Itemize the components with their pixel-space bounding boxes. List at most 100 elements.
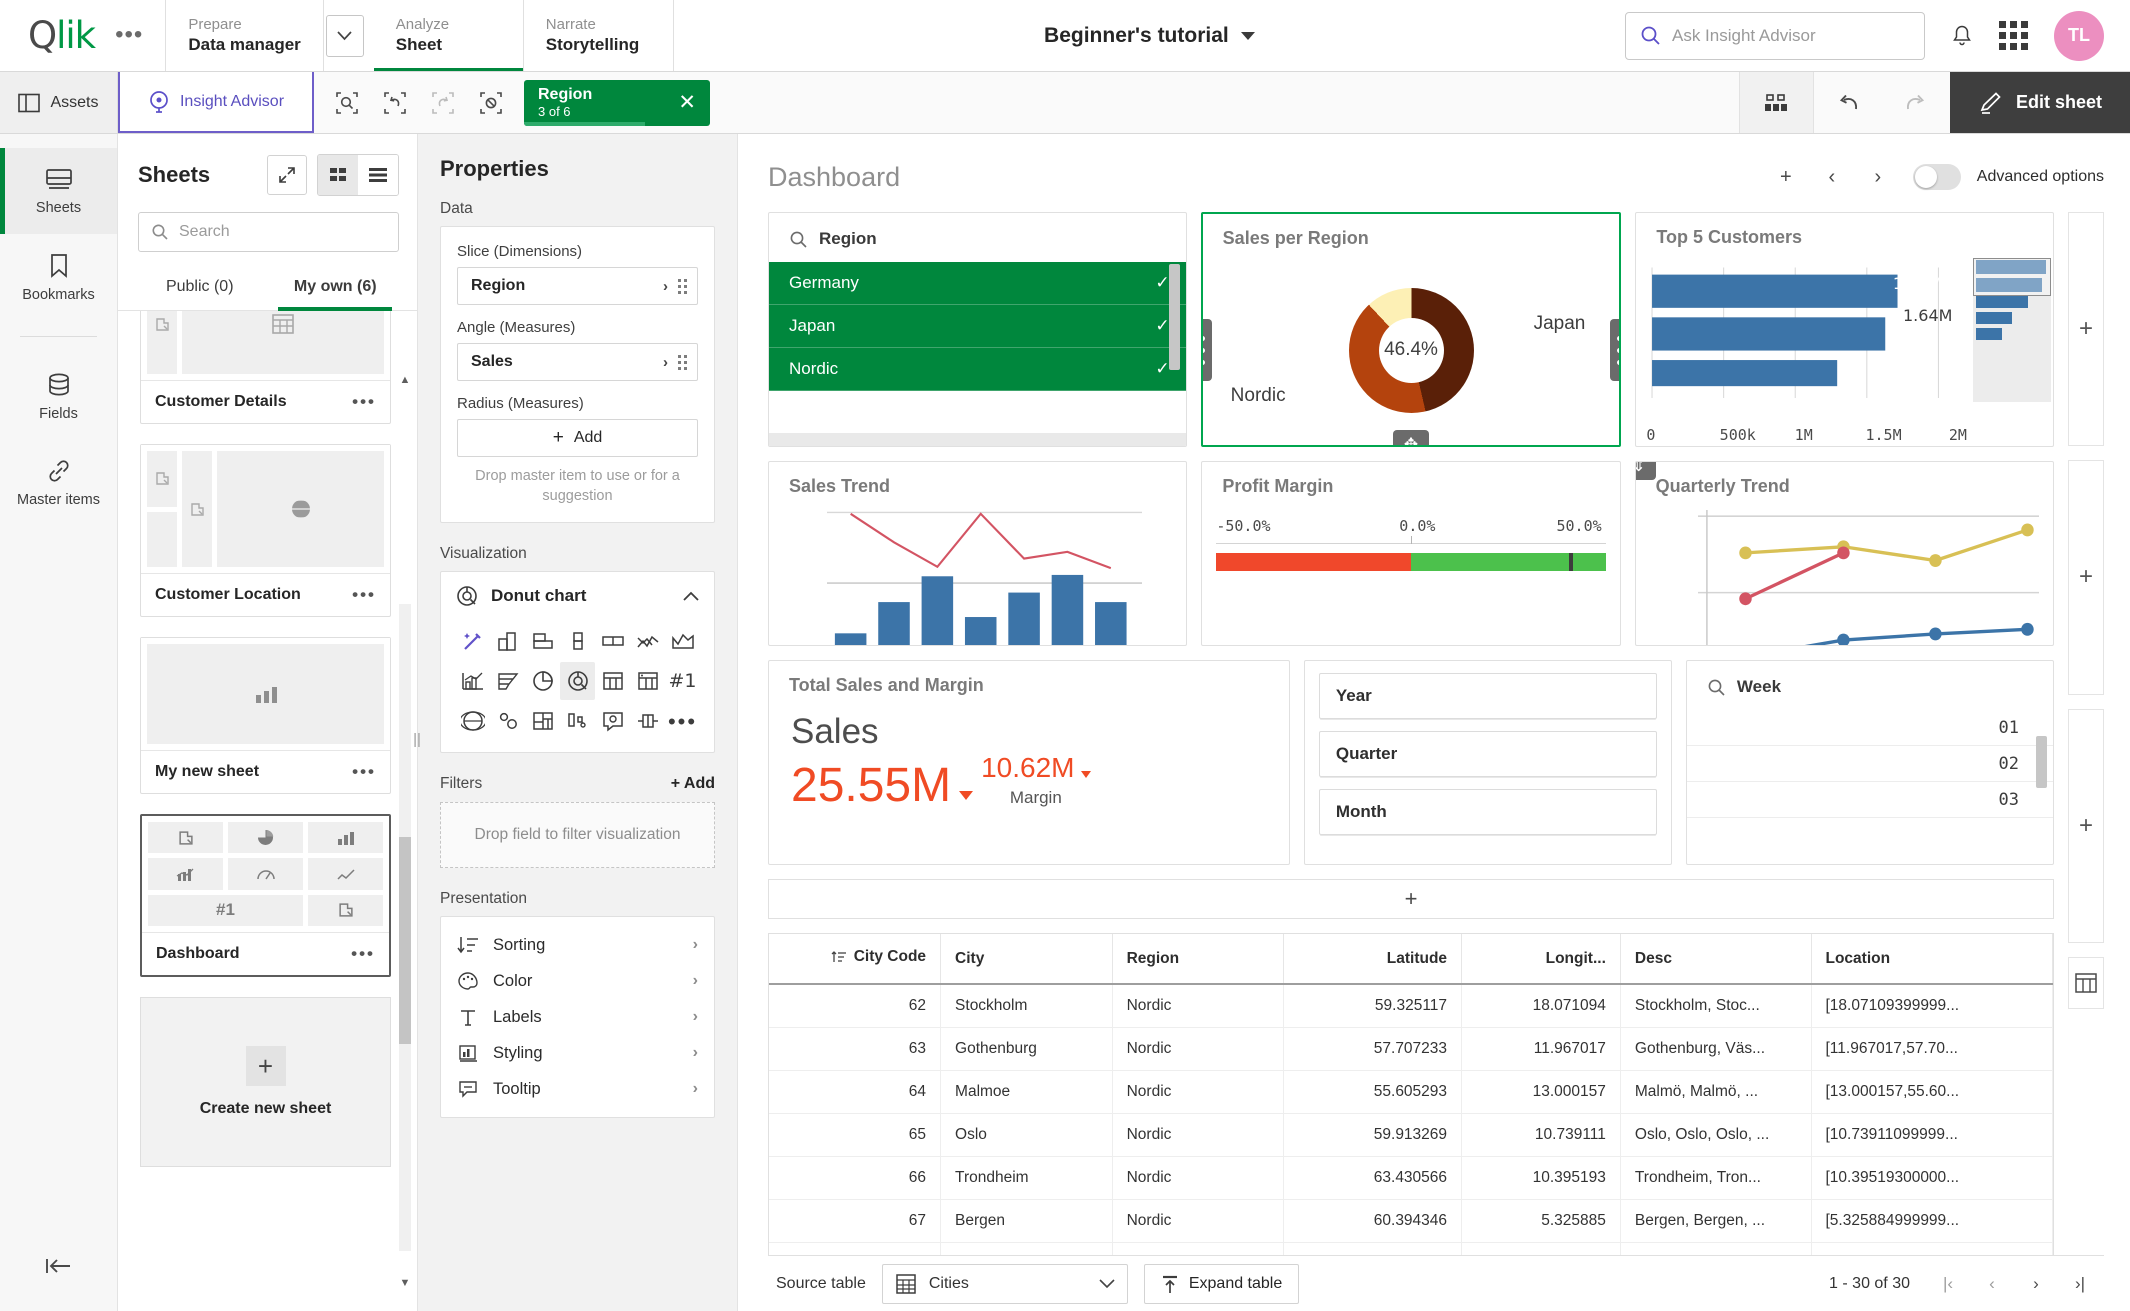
table-header-location[interactable]: Location xyxy=(1811,934,2053,985)
table-row[interactable]: 62 Stockholm Nordic 59.325117 18.071094 … xyxy=(769,984,2053,1028)
week-filter-item[interactable]: 02 xyxy=(1686,746,2053,782)
presentation-item-labels[interactable]: Labels › xyxy=(455,999,700,1035)
cell-city-code[interactable]: 64 xyxy=(769,1070,942,1114)
cell-desc[interactable]: Trondheim, Tron... xyxy=(1620,1156,1812,1200)
nav-item-analyze[interactable]: Analyze Sheet xyxy=(373,0,524,71)
waterfall-icon[interactable] xyxy=(560,702,595,740)
box-plot-icon[interactable] xyxy=(595,622,630,660)
tab-public[interactable]: Public (0) xyxy=(132,266,268,310)
undo-icon[interactable] xyxy=(1814,72,1882,133)
date-filter-pane[interactable]: Year Quarter Month xyxy=(1303,660,1672,865)
minimap-scroll[interactable] xyxy=(1973,258,2052,402)
treemap-icon[interactable] xyxy=(525,702,560,740)
cell-location[interactable]: [10.73911099999... xyxy=(1811,1113,2053,1157)
table-icon[interactable] xyxy=(595,662,630,700)
add-radius-measure-button[interactable]: + Add xyxy=(457,419,698,457)
drag-handle-icon[interactable] xyxy=(678,354,687,370)
funnel-icon[interactable] xyxy=(490,662,525,700)
nav-item-narrate[interactable]: Narrate Storytelling xyxy=(524,0,674,71)
area-chart-icon[interactable] xyxy=(665,622,700,660)
table-view-icon[interactable] xyxy=(2068,956,2104,1009)
table-row[interactable]: 63 Gothenburg Nordic 57.707233 11.967017… xyxy=(769,1027,2053,1071)
cell-longitude[interactable]: 13.000157 xyxy=(1461,1070,1621,1114)
total-sales-margin-kpi[interactable]: Total Sales and Margin Sales 25.55M 10.6… xyxy=(768,660,1290,865)
resize-grip-right[interactable] xyxy=(1610,319,1620,381)
insight-icon[interactable] xyxy=(595,702,630,740)
selections-step-forward-icon[interactable] xyxy=(426,86,460,120)
donut-ring[interactable]: 46.4% xyxy=(1348,287,1474,413)
cell-longitude[interactable]: 11.967017 xyxy=(1461,1027,1621,1071)
presentation-item-sorting[interactable]: Sorting › xyxy=(455,927,700,963)
panel-resize-handle[interactable]: || xyxy=(413,723,421,757)
map-icon[interactable] xyxy=(455,702,490,740)
cell-longitude[interactable]: 5.325885 xyxy=(1461,1199,1621,1243)
cell-location[interactable]: [13.000157,55.60... xyxy=(1811,1070,2053,1114)
sheet-menu-icon[interactable]: ••• xyxy=(352,393,376,409)
next-sheet-icon[interactable]: › xyxy=(1857,156,1899,198)
cell-latitude[interactable]: 55.605293 xyxy=(1283,1070,1463,1114)
table-row[interactable]: 66 Trondheim Nordic 63.430566 10.395193 … xyxy=(769,1156,2053,1200)
filters-add-button[interactable]: + Add xyxy=(671,775,715,793)
prepare-dropdown-icon[interactable] xyxy=(325,14,364,57)
cell-city-code[interactable]: 65 xyxy=(769,1113,942,1157)
add-object-right-2[interactable]: + xyxy=(2068,460,2104,695)
cell-region[interactable]: Nordic xyxy=(1112,1113,1285,1157)
rail-item-fields[interactable]: Fields xyxy=(0,353,117,439)
region-filter-scrollbar[interactable] xyxy=(1168,264,1180,371)
selections-search-icon[interactable] xyxy=(330,86,364,120)
quarterly-trend-chart[interactable]: ⇕ Quarterly Trend xyxy=(1634,461,2054,646)
chevron-right-icon[interactable]: › xyxy=(693,1008,698,1026)
week-filter-item[interactable]: 01 xyxy=(1686,710,2053,746)
table-header-region[interactable]: Region xyxy=(1112,934,1285,985)
cell-latitude[interactable]: 60.394346 xyxy=(1283,1199,1463,1243)
cell-city[interactable]: Trondheim xyxy=(940,1156,1113,1200)
cell-region[interactable]: Nordic xyxy=(1112,1156,1285,1200)
first-page-icon[interactable]: |‹ xyxy=(1928,1264,1968,1304)
rail-item-bookmarks[interactable]: Bookmarks xyxy=(0,234,117,320)
edit-sheet-button[interactable]: Edit sheet xyxy=(1949,72,2130,133)
user-avatar[interactable]: TL xyxy=(2054,10,2104,61)
week-filter-item[interactable]: 03 xyxy=(1686,782,2053,818)
slice-dimension-field[interactable]: Region › xyxy=(457,267,698,305)
add-object-right-1[interactable]: + xyxy=(2068,212,2104,447)
cell-region[interactable]: Nordic xyxy=(1112,1070,1285,1114)
angle-measure-field[interactable]: Sales › xyxy=(457,343,698,381)
chevron-right-icon[interactable]: › xyxy=(693,936,698,954)
redo-icon[interactable] xyxy=(1882,72,1950,133)
drag-handle-icon[interactable] xyxy=(678,278,687,294)
cell-location[interactable]: [11.967017,57.70... xyxy=(1811,1027,2053,1071)
table-row[interactable]: 65 Oslo Nordic 59.913269 10.739111 Oslo,… xyxy=(769,1113,2053,1157)
filter-drop-zone[interactable]: Drop field to filter visualization xyxy=(440,802,715,869)
app-title[interactable]: Beginner's tutorial xyxy=(1044,24,1229,48)
presentation-item-tooltip[interactable]: Tooltip › xyxy=(455,1071,700,1107)
chevron-right-icon[interactable]: › xyxy=(693,972,698,990)
assets-button[interactable]: Assets xyxy=(0,72,118,133)
sales-per-region-chart[interactable]: Sales per Region 46.4% Nordic Japan ✥ xyxy=(1200,212,1622,447)
cell-location[interactable]: [10.39519300000... xyxy=(1811,1156,2053,1200)
insight-advisor-search[interactable]: Ask Insight Advisor xyxy=(1625,11,1925,60)
cell-longitude[interactable]: 18.071094 xyxy=(1461,984,1621,1028)
more-icon[interactable]: ••• xyxy=(665,702,700,740)
table-header-latitude[interactable]: Latitude xyxy=(1283,934,1463,985)
top-5-customers-chart[interactable]: Top 5 Customers 1.73M 1.64M 0 500k 1M 1.… xyxy=(1635,212,2055,447)
pie-chart-icon[interactable] xyxy=(525,662,560,700)
cell-latitude[interactable]: 59.913269 xyxy=(1283,1113,1463,1157)
presentation-item-color[interactable]: Color › xyxy=(455,963,700,999)
chevron-right-icon[interactable]: › xyxy=(663,354,668,371)
cell-city-code[interactable]: 67 xyxy=(769,1199,942,1243)
region-filter-item[interactable]: Germany ✓ xyxy=(769,262,1186,305)
chevron-right-icon[interactable]: › xyxy=(663,278,668,295)
sheets-search-input[interactable]: Search xyxy=(138,212,399,252)
table-header-longitude[interactable]: Longit... xyxy=(1461,934,1621,985)
nav-item-prepare[interactable]: Prepare Data manager xyxy=(166,0,324,71)
selection-chip-region[interactable]: Region 3 of 6 ✕ xyxy=(524,79,710,126)
source-table-select[interactable]: Cities xyxy=(881,1263,1128,1304)
bullet-icon[interactable] xyxy=(630,702,665,740)
chevron-right-icon[interactable]: › xyxy=(693,1044,698,1062)
cell-location[interactable]: [18.07109399999... xyxy=(1811,984,2053,1028)
cell-latitude[interactable]: 59.325117 xyxy=(1283,984,1463,1028)
clear-all-selections-icon[interactable] xyxy=(474,86,508,120)
table-header-city[interactable]: City xyxy=(940,934,1113,985)
filter-field-month[interactable]: Month xyxy=(1318,789,1657,835)
advanced-options-toggle[interactable] xyxy=(1912,164,1961,190)
